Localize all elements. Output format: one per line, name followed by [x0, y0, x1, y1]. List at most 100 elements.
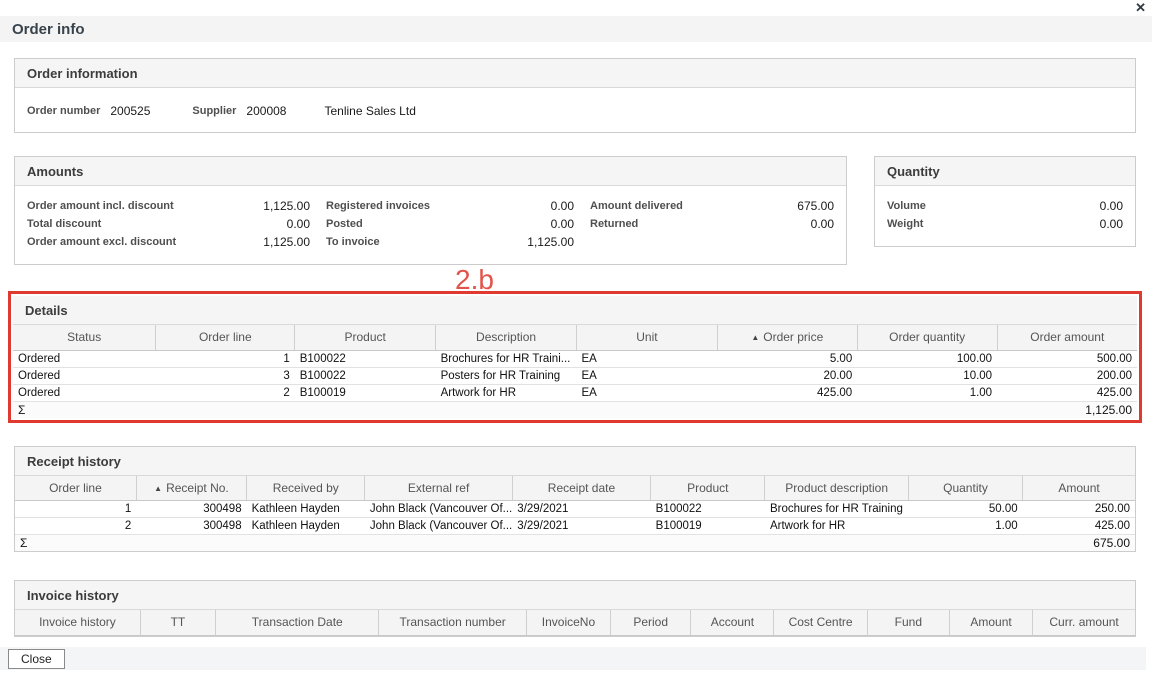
table-cell: Ordered [13, 350, 156, 367]
column-header-curr-amount[interactable]: Curr. amount [1033, 610, 1135, 635]
column-header-label: InvoiceNo [542, 615, 595, 629]
invoice-history-table: Invoice historyTT Transaction Date Transac… [15, 610, 1135, 636]
column-header-cost-centre[interactable]: Cost Centre [774, 610, 867, 635]
table-cell: 2 [156, 384, 295, 401]
column-header-label: Order amount [1030, 330, 1104, 344]
field-label: Posted [326, 215, 363, 233]
table-header-row: Invoice historyTT Transaction Date Transac… [15, 610, 1135, 635]
table-cell: 200.00 [997, 367, 1137, 384]
table-cell: 5.00 [717, 350, 857, 367]
column-header-order-line[interactable]: Order line [15, 476, 136, 501]
table-cell: Kathleen Hayden [247, 518, 365, 535]
column-header-order-line[interactable]: Order line [156, 325, 295, 350]
column-header-invoiceno[interactable]: InvoiceNo [526, 610, 610, 635]
column-header-order-amount[interactable]: Order amount [997, 325, 1137, 350]
column-header-label: Description [476, 330, 536, 344]
amounts-panel: Amounts Order amount incl. discount1,125… [14, 156, 847, 265]
field-label: Order amount excl. discount [27, 233, 176, 251]
table-row[interactable]: 2300498Kathleen HaydenJohn Black (Vancou… [15, 518, 1135, 535]
field-label: Amount delivered [590, 197, 683, 215]
table-cell: 1 [15, 501, 136, 518]
table-row[interactable]: Ordered2B100019Artwork for HREA425.001.0… [13, 384, 1137, 401]
sort-ascending-icon: ▲ [751, 333, 759, 342]
sort-ascending-icon: ▲ [154, 484, 162, 493]
column-header-amount[interactable]: Amount [1023, 476, 1135, 501]
column-header-label: Status [67, 330, 101, 344]
column-header-account[interactable]: Account [691, 610, 774, 635]
column-header-transaction-number[interactable]: Transaction number [379, 610, 526, 635]
quantity-panel: Quantity Volume0.00 Weight0.00 [874, 156, 1136, 247]
column-header-label: Transaction number [400, 615, 506, 629]
sum-total-value: 675.00 [1023, 535, 1135, 552]
sum-spacer [136, 535, 1022, 552]
supplier-code-value: 200008 [246, 104, 286, 118]
column-header-label: Receipt date [548, 481, 615, 495]
column-header-product[interactable]: Product [295, 325, 436, 350]
dialog-title: Order info [12, 21, 85, 38]
column-header-order-price[interactable]: ▲Order price [717, 325, 857, 350]
column-header-received-by[interactable]: Received by [247, 476, 365, 501]
field-value: 1,125.00 [263, 197, 310, 215]
column-header-tt[interactable]: TT [140, 610, 215, 635]
table-cell: 425.00 [997, 384, 1137, 401]
table-cell: 425.00 [1023, 518, 1135, 535]
details-panel: Details StatusOrder lineProductDescripti… [13, 296, 1137, 418]
column-header-product[interactable]: Product [651, 476, 765, 501]
column-header-label: Received by [273, 481, 339, 495]
order-information-header: Order information [15, 59, 1135, 88]
column-header-order-quantity[interactable]: Order quantity [857, 325, 997, 350]
field-label: Total discount [27, 215, 101, 233]
receipt-history-header: Receipt history [15, 447, 1135, 476]
sum-row: Σ675.00 [15, 535, 1135, 552]
column-header-status[interactable]: Status [13, 325, 156, 350]
column-header-label: Account [711, 615, 754, 629]
table-cell: Artwork for HR [436, 384, 577, 401]
field-value: 1,125.00 [263, 233, 310, 251]
column-header-label: Period [633, 615, 668, 629]
amounts-header: Amounts [15, 157, 846, 186]
amounts-body: Order amount incl. discount1,125.00 Tota… [15, 186, 846, 264]
table-cell: 300498 [136, 518, 246, 535]
column-header-transaction-date[interactable]: Transaction Date [216, 610, 379, 635]
column-header-product-description[interactable]: Product description [765, 476, 908, 501]
field-label: Returned [590, 215, 638, 233]
table-cell: 1 [156, 350, 295, 367]
column-header-fund[interactable]: Fund [867, 610, 949, 635]
column-header-receipt-no-[interactable]: ▲Receipt No. [136, 476, 246, 501]
column-header-label: Fund [895, 615, 922, 629]
table-header-row: StatusOrder lineProductDescriptionUnit▲O… [13, 325, 1137, 350]
sum-spacer [156, 401, 997, 418]
column-header-description[interactable]: Description [436, 325, 577, 350]
close-icon[interactable]: ✕ [1135, 0, 1146, 16]
table-row[interactable]: 1300498Kathleen HaydenJohn Black (Vancou… [15, 501, 1135, 518]
column-header-invoice-history[interactable]: Invoice history [15, 610, 140, 635]
column-header-label: Product description [785, 481, 888, 495]
table-cell: Posters for HR Training [436, 367, 577, 384]
details-table: StatusOrder lineProductDescriptionUnit▲O… [13, 325, 1137, 418]
column-header-label: Order line [49, 481, 102, 495]
dialog-titlebar: Order info [0, 16, 1152, 42]
table-cell: B100019 [295, 384, 436, 401]
column-header-amount[interactable]: Amount [949, 610, 1032, 635]
table-cell: 3/29/2021 [512, 501, 650, 518]
column-header-label: Order line [199, 330, 252, 344]
column-header-label: Transaction Date [252, 615, 343, 629]
table-cell: EA [576, 367, 717, 384]
table-cell: EA [576, 384, 717, 401]
table-cell: 3/29/2021 [512, 518, 650, 535]
column-header-receipt-date[interactable]: Receipt date [512, 476, 650, 501]
order-number-value: 200525 [110, 104, 150, 118]
table-row[interactable]: Ordered1B100022Brochures for HR Traini..… [13, 350, 1137, 367]
field-value: 675.00 [797, 197, 834, 215]
supplier-name-value: Tenline Sales Ltd [324, 104, 415, 118]
column-header-period[interactable]: Period [611, 610, 691, 635]
receipt-history-table: Order line ▲Receipt No. Received by Externa… [15, 476, 1135, 552]
column-header-label: Product [344, 330, 385, 344]
table-row[interactable]: Ordered3B100022Posters for HR TrainingEA… [13, 367, 1137, 384]
column-header-unit[interactable]: Unit [576, 325, 717, 350]
red-highlight-box: Details StatusOrder lineProductDescripti… [8, 291, 1142, 423]
column-header-quantity[interactable]: Quantity [908, 476, 1022, 501]
column-header-external-ref[interactable]: External ref [365, 476, 512, 501]
table-cell: 10.00 [857, 367, 997, 384]
close-button[interactable]: Close [8, 649, 65, 669]
